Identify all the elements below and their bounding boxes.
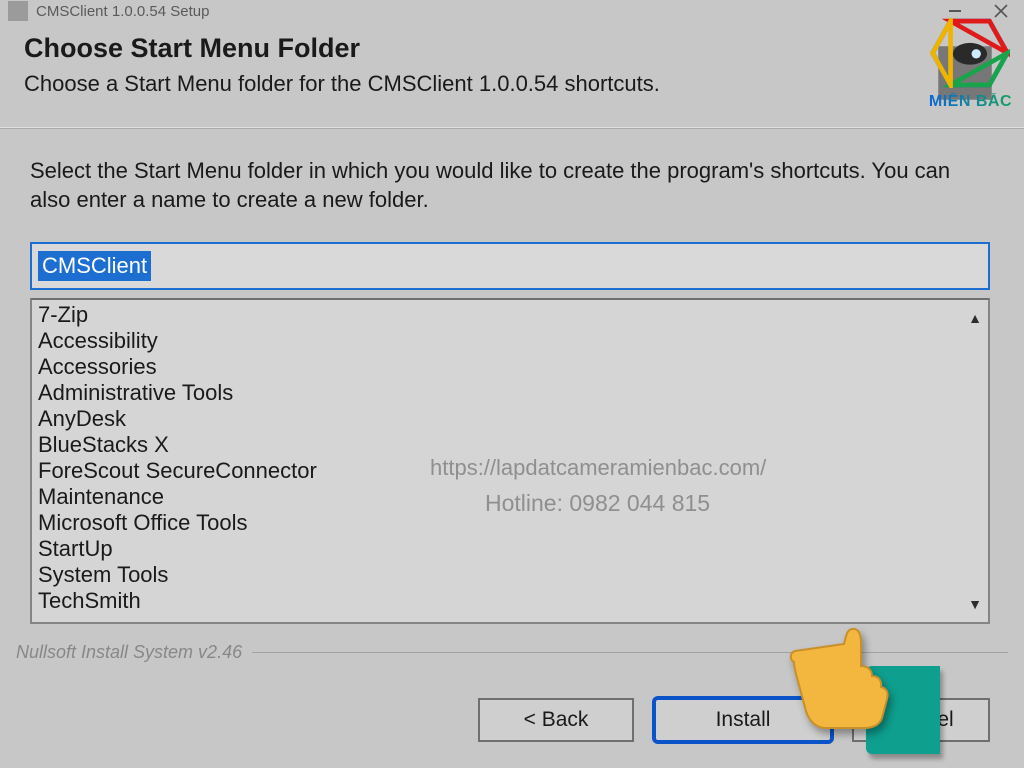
body: Select the Start Menu folder in which yo…: [0, 129, 1024, 624]
minimize-button[interactable]: [932, 0, 978, 22]
folder-item[interactable]: ForeScout SecureConnector: [38, 458, 962, 484]
installer-banner-icon: [938, 46, 992, 100]
close-button[interactable]: [978, 0, 1024, 22]
footer-rule: [252, 652, 1008, 653]
folder-list-items: 7-ZipAccessibilityAccessoriesAdministrat…: [38, 302, 962, 620]
folder-item[interactable]: Accessories: [38, 354, 962, 380]
folder-name-value: CMSClient: [38, 251, 151, 281]
folder-name-input[interactable]: CMSClient: [30, 242, 990, 290]
installer-window: CMSClient 1.0.0.54 Setup Choose Start Me…: [0, 0, 1024, 768]
folder-item[interactable]: StartUp: [38, 536, 962, 562]
cancel-button[interactable]: Cancel: [852, 698, 990, 742]
folder-list[interactable]: 7-ZipAccessibilityAccessoriesAdministrat…: [30, 298, 990, 624]
scroll-up-icon[interactable]: ▲: [964, 302, 986, 334]
back-button[interactable]: < Back: [478, 698, 634, 742]
titlebar-title: CMSClient 1.0.0.54 Setup: [36, 3, 209, 20]
scrollbar[interactable]: ▲ ▼: [964, 302, 986, 620]
folder-item[interactable]: Administrative Tools: [38, 380, 962, 406]
window-controls: [932, 0, 1024, 22]
folder-item[interactable]: Accessibility: [38, 328, 962, 354]
header: Choose Start Menu Folder Choose a Start …: [0, 22, 1024, 107]
folder-item[interactable]: Microsoft Office Tools: [38, 510, 962, 536]
scroll-down-icon[interactable]: ▼: [964, 588, 986, 620]
button-row: < Back Install Cancel: [478, 696, 990, 744]
footer: Nullsoft Install System v2.46: [16, 642, 1008, 663]
page-subtitle: Choose a Start Menu folder for the CMSCl…: [24, 70, 824, 99]
folder-item[interactable]: AnyDesk: [38, 406, 962, 432]
folder-item[interactable]: TechSmith: [38, 588, 962, 614]
page-title: Choose Start Menu Folder: [24, 32, 1000, 64]
titlebar-app-icon: [8, 1, 28, 21]
divider: [0, 127, 1024, 129]
instructions-text: Select the Start Menu folder in which yo…: [30, 157, 990, 214]
folder-item[interactable]: BlueStacks X: [38, 432, 962, 458]
folder-item[interactable]: 7-Zip: [38, 302, 962, 328]
titlebar: CMSClient 1.0.0.54 Setup: [0, 0, 1024, 22]
installer-brand: Nullsoft Install System v2.46: [16, 642, 242, 663]
folder-item[interactable]: System Tools: [38, 562, 962, 588]
install-button[interactable]: Install: [652, 696, 834, 744]
folder-item[interactable]: Maintenance: [38, 484, 962, 510]
